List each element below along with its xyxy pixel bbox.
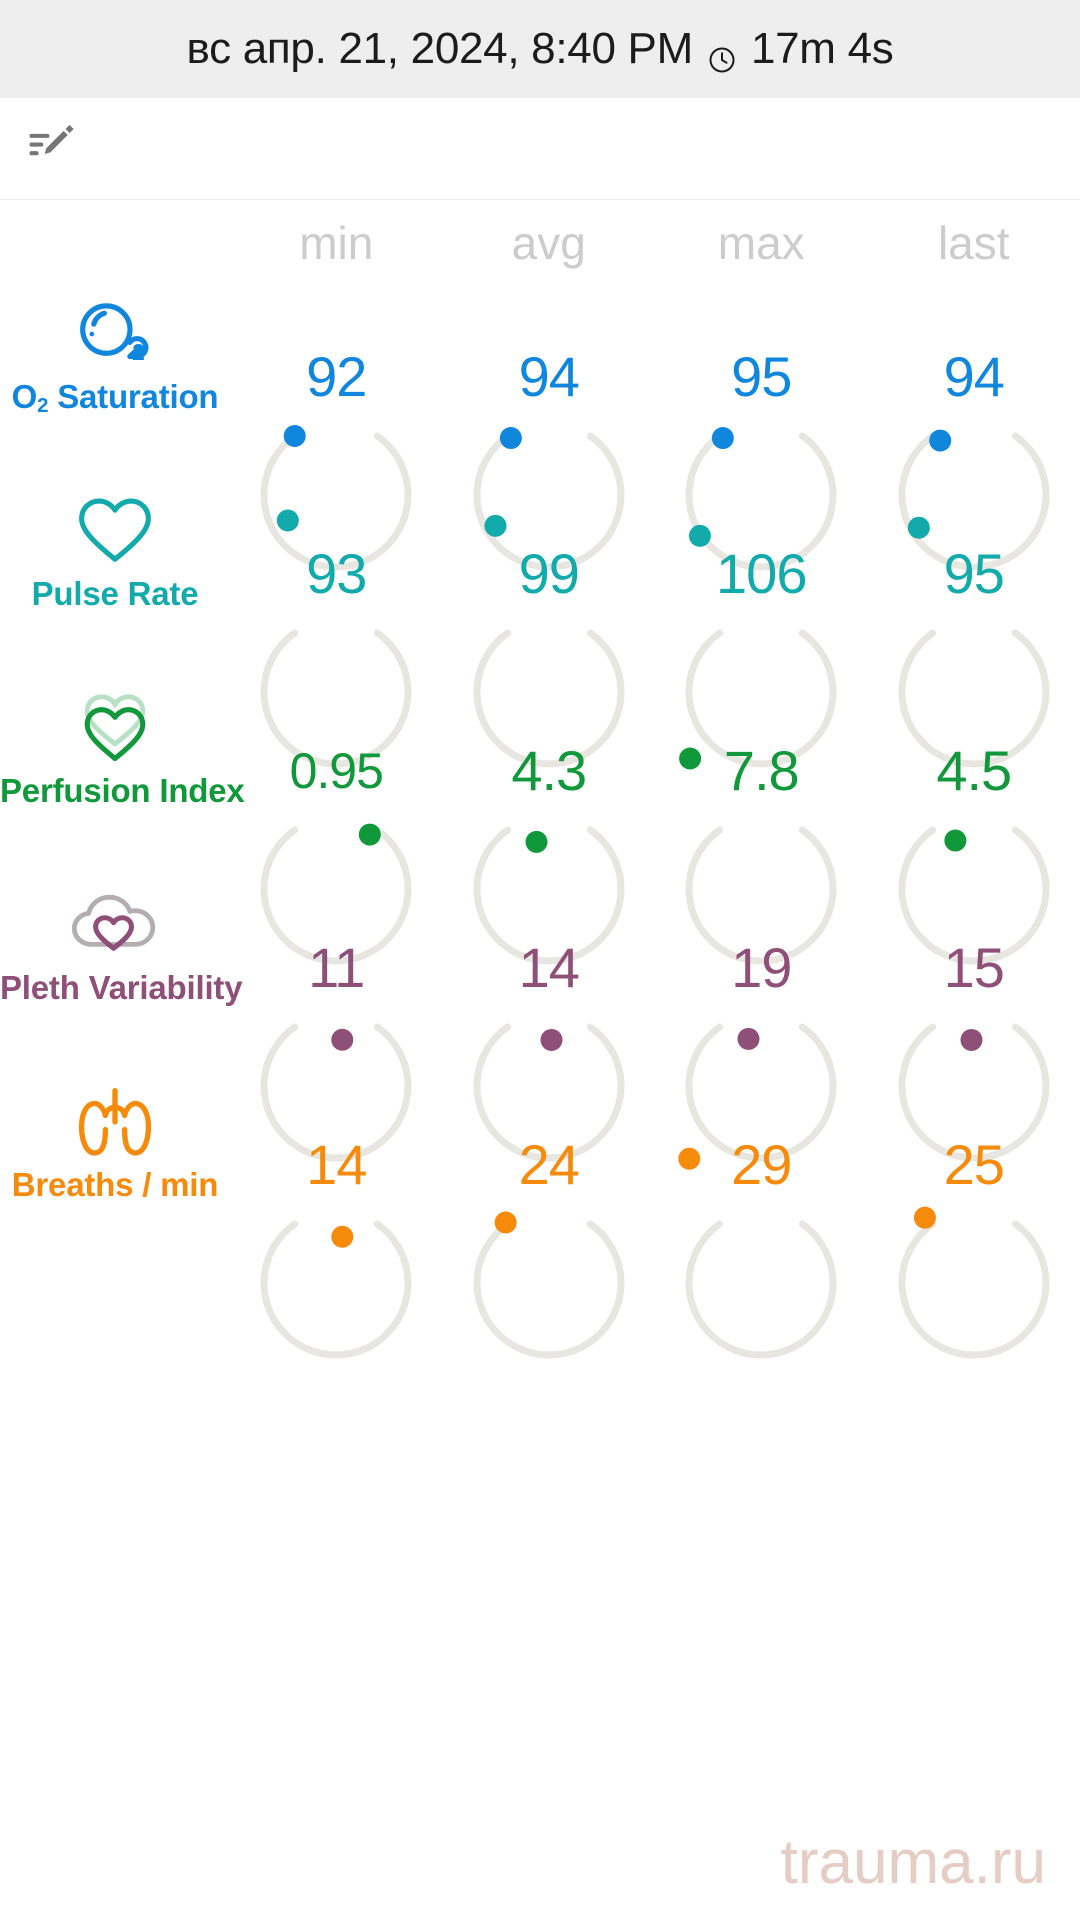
- watermark: trauma.ru: [780, 1828, 1046, 1897]
- gauge-pleth-variability-avg: 14: [465, 884, 633, 1161]
- gauge-perfusion-index-avg: 4.3: [465, 687, 633, 964]
- metric-name-pleth-variability: Pleth Variability: [0, 969, 243, 1006]
- gauge-value-breaths-per-min-last: 25: [943, 1133, 1005, 1196]
- metric-row-o2-saturation[interactable]: 2 O2 Saturation 92 94 95 94: [0, 278, 1080, 570]
- gauge-value-pleth-variability-last: 15: [943, 936, 1005, 999]
- gauge-o2-saturation-min: 92: [252, 293, 420, 570]
- heart-icon: [0, 489, 230, 573]
- header-bar: вс апр. 21, 2024, 8:40 PM 17m 4s: [0, 0, 1080, 98]
- gauge-o2-saturation-last: 94: [890, 293, 1058, 570]
- gauge-value-breaths-per-min-avg: 24: [518, 1133, 580, 1196]
- gauge-cell-perfusion-index-min[interactable]: 0.95: [230, 672, 443, 964]
- metric-label-cell-breaths-per-min: Breaths / min: [0, 1066, 230, 1263]
- gauge-perfusion-index-last: 4.5: [890, 687, 1058, 964]
- lungs-icon: [0, 1080, 230, 1164]
- metric-row-pleth-variability[interactable]: Pleth Variability 11 14 19 15: [0, 869, 1080, 1161]
- gauge-cell-pulse-rate-max[interactable]: 106: [655, 475, 868, 767]
- gauge-value-pleth-variability-max: 19: [731, 936, 792, 999]
- session-header: вс апр. 21, 2024, 8:40 PM 17m 4s: [187, 24, 894, 74]
- metric-name-o2-saturation: O2 Saturation: [0, 378, 230, 418]
- gauge-cell-pleth-variability-max[interactable]: 19: [655, 869, 868, 1161]
- column-header-min: min: [299, 217, 374, 269]
- metric-name-text: O2 Saturation: [11, 378, 219, 418]
- metric-label-cell-perfusion-index: Perfusion Index: [0, 672, 245, 869]
- gauge-value-pleth-variability-avg: 14: [518, 936, 580, 999]
- gauge-pulse-rate-max: 106: [677, 490, 845, 767]
- toolbar: [0, 98, 1080, 200]
- gauge-value-pulse-rate-max: 106: [716, 542, 807, 605]
- session-duration: 17m 4s: [750, 24, 894, 73]
- metric-row-pulse-rate[interactable]: Pulse Rate 93 99 106 95: [0, 475, 1080, 767]
- gauge-cell-o2-saturation-max[interactable]: 95: [655, 278, 868, 570]
- column-header-last: last: [937, 217, 1010, 269]
- gauge-perfusion-index-max: 7.8: [677, 687, 845, 964]
- gauge-value-breaths-per-min-min: 14: [306, 1133, 367, 1196]
- gauge-cell-perfusion-index-max[interactable]: 7.8: [655, 672, 868, 964]
- gauge-value-pleth-variability-min: 11: [308, 936, 365, 999]
- gauge-value-perfusion-index-min: 0.95: [289, 742, 384, 799]
- column-headers: min avg max last: [0, 200, 1080, 278]
- oxygen-bubble-icon: 2: [0, 292, 230, 376]
- gauge-cell-pleth-variability-last[interactable]: 15: [868, 869, 1080, 1161]
- edit-note-icon: [26, 118, 78, 175]
- gauge-cell-pulse-rate-min[interactable]: 93: [230, 475, 443, 767]
- metric-row-perfusion-index[interactable]: Perfusion Index 0.95 4.3 7.8 4.5: [0, 672, 1080, 964]
- gauge-cell-pleth-variability-min[interactable]: 11: [230, 869, 443, 1161]
- double-heart-icon: [0, 686, 230, 770]
- metric-name-perfusion-index: Perfusion Index: [0, 772, 245, 809]
- metric-label-cell-pulse-rate: Pulse Rate: [0, 475, 230, 672]
- cloud-heart-icon: [0, 883, 230, 967]
- gauge-value-perfusion-index-last: 4.5: [936, 739, 1012, 802]
- column-header-max: max: [717, 217, 805, 269]
- clock-icon: [707, 36, 737, 73]
- gauge-value-o2-saturation-avg: 94: [518, 345, 580, 408]
- gauge-pleth-variability-max: 19: [677, 884, 845, 1161]
- metric-label-cell-o2-saturation: 2 O2 Saturation: [0, 278, 230, 475]
- metric-row-breaths-per-min[interactable]: Breaths / min 14 24 29 25: [0, 1066, 1080, 1358]
- gauge-cell-o2-saturation-avg[interactable]: 94: [443, 278, 656, 570]
- gauge-cell-perfusion-index-last[interactable]: 4.5: [868, 672, 1080, 964]
- gauge-cell-breaths-per-min-max[interactable]: 29: [655, 1066, 868, 1358]
- gauge-cell-pleth-variability-avg[interactable]: 14: [443, 869, 656, 1161]
- edit-note-button[interactable]: [20, 114, 84, 178]
- gauge-value-o2-saturation-max: 95: [731, 345, 792, 408]
- gauge-breaths-per-min-min: 14: [252, 1081, 420, 1358]
- gauge-cell-breaths-per-min-avg[interactable]: 24: [443, 1066, 656, 1358]
- metric-label-cell-pleth-variability: Pleth Variability: [0, 869, 243, 1066]
- gauge-cell-perfusion-index-avg[interactable]: 4.3: [443, 672, 656, 964]
- gauge-value-breaths-per-min-max: 29: [731, 1133, 792, 1196]
- gauge-cell-o2-saturation-min[interactable]: 92: [230, 278, 443, 570]
- gauge-pulse-rate-avg: 99: [465, 490, 633, 767]
- svg-text:2: 2: [132, 339, 145, 365]
- gauge-cell-breaths-per-min-last[interactable]: 25: [868, 1066, 1080, 1358]
- gauge-breaths-per-min-last: 25: [890, 1081, 1058, 1358]
- gauge-cell-breaths-per-min-min[interactable]: 14: [230, 1066, 443, 1358]
- gauge-o2-saturation-avg: 94: [465, 293, 633, 570]
- metric-name-breaths-per-min: Breaths / min: [11, 1166, 219, 1203]
- gauge-o2-saturation-max: 95: [677, 293, 845, 570]
- gauge-cell-pulse-rate-avg[interactable]: 99: [443, 475, 656, 767]
- metrics-list: 2 O2 Saturation 92 94 95 94 Pulse Rate 93 99 106 9…: [0, 278, 1080, 1358]
- gauge-pulse-rate-min: 93: [252, 490, 420, 767]
- column-header-avg: avg: [511, 217, 586, 269]
- gauge-value-perfusion-index-avg: 4.3: [511, 739, 587, 802]
- gauge-value-o2-saturation-last: 94: [943, 345, 1005, 408]
- gauge-value-pulse-rate-avg: 99: [518, 542, 580, 605]
- gauge-value-pulse-rate-last: 95: [943, 542, 1005, 605]
- gauge-value-o2-saturation-min: 92: [306, 345, 367, 408]
- gauge-value-pulse-rate-min: 93: [306, 542, 367, 605]
- gauge-pleth-variability-last: 15: [890, 884, 1058, 1161]
- gauge-perfusion-index-min: 0.95: [252, 687, 420, 964]
- gauge-breaths-per-min-avg: 24: [465, 1081, 633, 1358]
- gauge-value-perfusion-index-max: 7.8: [723, 739, 800, 802]
- gauge-cell-o2-saturation-last[interactable]: 94: [868, 278, 1080, 570]
- gauge-pulse-rate-last: 95: [890, 490, 1058, 767]
- metric-name-pulse-rate: Pulse Rate: [31, 575, 199, 612]
- gauge-breaths-per-min-max: 29: [677, 1081, 845, 1358]
- gauge-cell-pulse-rate-last[interactable]: 95: [868, 475, 1080, 767]
- session-timestamp: вс апр. 21, 2024, 8:40 PM: [186, 24, 694, 73]
- gauge-pleth-variability-min: 11: [252, 884, 420, 1161]
